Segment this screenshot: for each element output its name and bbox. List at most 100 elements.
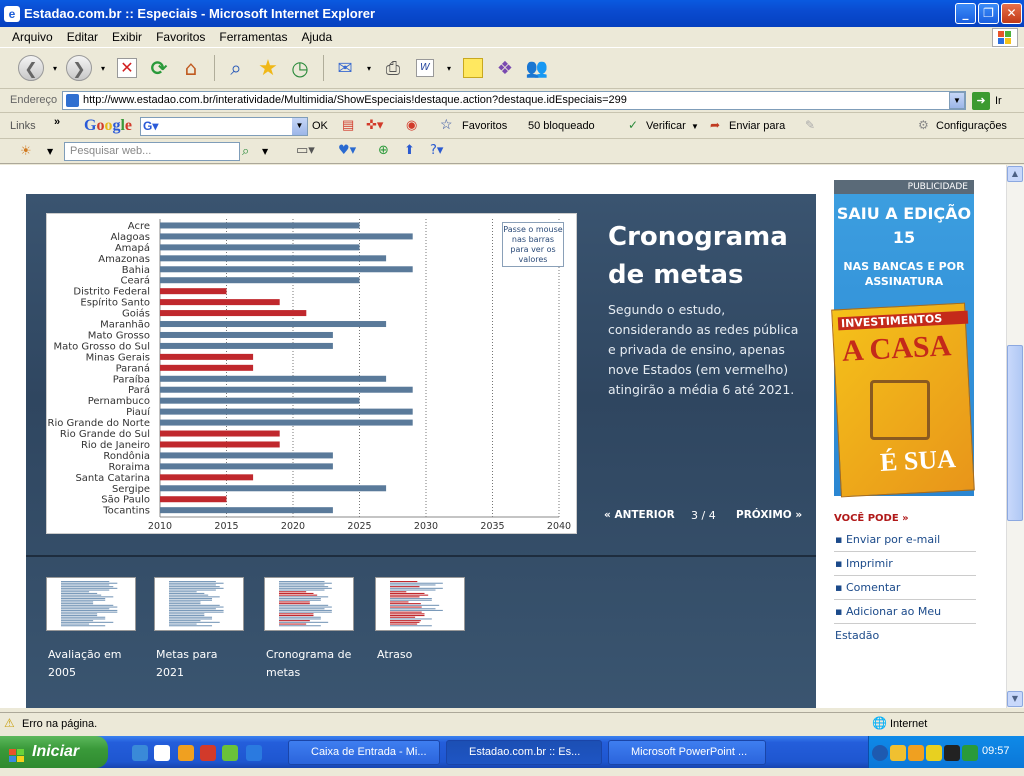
menu-ferramentas[interactable]: Ferramentas [219,30,287,44]
maximize-button[interactable]: ❐ [978,3,999,24]
bar[interactable] [160,299,280,306]
scroll-down-button[interactable]: ▼ [1007,691,1023,707]
scroll-up-button[interactable]: ▲ [1007,166,1023,182]
bar[interactable] [160,452,333,459]
thumbnail-label-4[interactable]: Atraso [377,646,467,664]
bar[interactable] [160,331,333,338]
popup-blocked-button[interactable]: 50 bloqueado [528,120,595,132]
menu-ajuda[interactable]: Ajuda [301,30,332,44]
help-icon[interactable]: ?▾ [430,143,443,158]
bar[interactable] [160,507,333,514]
settings-button[interactable]: Configurações [936,120,1007,132]
add-icon[interactable]: ⊕ [378,143,389,158]
thumbnail-4[interactable] [375,577,465,631]
taskbar-item-powerpoint[interactable]: Microsoft PowerPoint ... [608,740,766,765]
edit-button[interactable]: W [410,53,440,83]
go-button[interactable]: Ir [995,95,1002,107]
address-input[interactable]: http://www.estadao.com.br/interatividade… [62,91,966,110]
spellcheck-dropdown[interactable]: ▼ [691,122,699,131]
forward-button[interactable]: ❯ [64,53,94,83]
print-link[interactable]: ▪ Imprimir [834,552,976,576]
quicklaunch-media-icon[interactable] [154,745,170,761]
google-favorites-button[interactable]: Favoritos [462,120,507,132]
window-icon[interactable]: ▭▾ [296,143,315,158]
scroll-thumb[interactable] [1007,345,1023,521]
menu-favoritos[interactable]: Favoritos [156,30,205,44]
quicklaunch-browser-icon[interactable] [246,745,262,761]
bar[interactable] [160,474,254,481]
bar[interactable] [160,419,413,426]
spellcheck-button[interactable]: Verificar [646,120,686,132]
puzzle-icon[interactable]: ✜▾ [366,117,383,133]
bar[interactable] [160,441,280,448]
bar[interactable] [160,255,387,262]
mail-dropdown[interactable]: ▾ [362,53,376,83]
heart-icon[interactable]: ♥▾ [338,143,356,158]
bar[interactable] [160,364,254,371]
links-label[interactable]: Links [10,120,36,132]
bar[interactable] [160,397,360,404]
tray-mail-icon[interactable] [890,745,906,761]
search-engine-dropdown[interactable]: ▼ [47,147,53,156]
thumbnail-label-3[interactable]: Cronograma de metas [266,646,356,682]
discuss-button[interactable] [458,53,488,83]
comment-link[interactable]: ▪ Comentar [834,576,976,600]
minimize-button[interactable]: _ [955,3,976,24]
chevron-icon[interactable]: » [54,116,60,128]
home-button[interactable]: ⌂ [176,53,206,83]
bar[interactable] [160,408,413,415]
edit-dropdown[interactable]: ▾ [442,53,456,83]
bar[interactable] [160,496,227,503]
send-to-button[interactable]: Enviar para [729,120,785,132]
bar[interactable] [160,386,413,393]
bar[interactable] [160,430,280,437]
google-search-input[interactable]: G▾ ▼ [140,117,308,136]
tray-network-icon[interactable] [962,745,978,761]
search-dropdown[interactable]: ▼ [262,147,268,156]
bar[interactable] [160,288,227,295]
taskbar-item-inbox[interactable]: Caixa de Entrada - Mi... [288,740,440,765]
favorites-button[interactable]: ★ [253,53,283,83]
quicklaunch-acrobat-icon[interactable] [200,745,216,761]
address-dropdown[interactable]: ▼ [949,92,965,109]
refresh-button[interactable]: ⟳ [144,53,174,83]
bar[interactable] [160,375,387,382]
warning-icon[interactable]: ⚠ [4,716,15,730]
bar[interactable] [160,321,387,328]
back-button[interactable]: ❮ [16,53,46,83]
stop-button[interactable]: ✕ [112,53,142,83]
email-link[interactable]: ▪ Enviar por e-mail [834,528,976,552]
menu-arquivo[interactable]: Arquivo [12,30,53,44]
firefox-style-icon[interactable]: ☀ [20,144,32,159]
bar[interactable] [160,266,413,273]
bar[interactable] [160,485,387,492]
highlighter-icon[interactable]: ✎ [805,118,815,132]
thumbnail-2[interactable] [154,577,244,631]
tray-terminal-icon[interactable] [944,745,960,761]
messenger-button[interactable]: 👥 [522,53,552,83]
bar[interactable] [160,463,333,470]
print-button[interactable]: ⎙ [378,53,408,83]
quicklaunch-ie-icon[interactable] [132,745,148,761]
thumbnail-3[interactable] [264,577,354,631]
quicklaunch-messenger-icon[interactable] [222,745,238,761]
previous-button[interactable]: « ANTERIOR [604,509,675,521]
bar[interactable] [160,277,360,284]
orkut-icon[interactable]: ◉ [406,117,417,133]
bar[interactable] [160,353,254,360]
news-icon[interactable]: ▤ [342,117,354,133]
search-go-icon[interactable]: ⌕ [242,144,249,159]
upload-icon[interactable]: ⬆ [404,143,415,158]
taskbar-item-estadao[interactable]: Estadao.com.br :: Es... [446,740,602,765]
forward-dropdown[interactable]: ▾ [96,53,110,83]
bar[interactable] [160,310,307,317]
next-button[interactable]: PRÓXIMO » [736,509,802,521]
history-button[interactable]: ◷ [285,53,315,83]
thumbnail-label-1[interactable]: Avaliação em 2005 [48,646,138,682]
bar[interactable] [160,233,413,240]
tray-arrow-icon[interactable] [872,745,888,761]
research-button[interactable]: ❖ [490,53,520,83]
back-dropdown[interactable]: ▾ [48,53,62,83]
add-to-my-estadao-link[interactable]: ▪ Adicionar ao Meu Estadão [834,600,976,642]
google-ok-button[interactable]: OK [312,120,328,132]
